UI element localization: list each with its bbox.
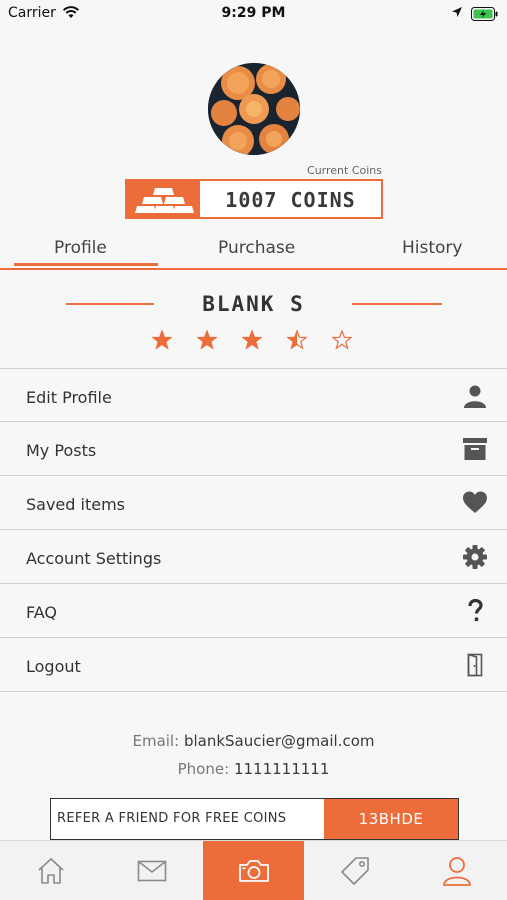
menu-item-label: Logout (26, 657, 81, 676)
avatar-image (208, 63, 300, 155)
person-icon (463, 384, 487, 408)
person-icon (442, 857, 471, 886)
name-divider-left (66, 303, 154, 305)
coins-value: 1007 COINS (225, 188, 356, 212)
gold-bars-icon (127, 181, 200, 217)
menu-item-edit-profile[interactable]: Edit Profile (0, 368, 507, 422)
star-full-icon (152, 330, 172, 350)
avatar[interactable] (208, 63, 300, 155)
menu-item-label: My Posts (26, 441, 97, 460)
phone-label: Phone: (177, 760, 230, 778)
star-full-icon (242, 330, 262, 350)
tab-bar-camera[interactable] (203, 841, 304, 900)
battery-icon (471, 7, 499, 25)
tab-bar-deals[interactable] (304, 841, 405, 900)
referral-code[interactable]: 13BHDE (324, 799, 458, 839)
menu-item-saved-items[interactable]: Saved items (0, 476, 507, 530)
question-icon (463, 598, 487, 623)
rating-stars (152, 330, 358, 356)
mail-icon (137, 860, 166, 882)
referral-banner[interactable]: REFER A FRIEND FOR FREE COINS 13BHDE (50, 798, 459, 840)
profile-menu: Edit Profile My Posts Saved items Accoun… (0, 368, 507, 692)
star-full-icon (197, 330, 217, 350)
email-label: Email: (132, 732, 180, 750)
camera-icon (238, 860, 269, 882)
coins-balance: 1007 COINS (125, 179, 383, 219)
profile-tabs: Profile Purchase History (0, 232, 507, 270)
door-icon (463, 653, 487, 677)
email-value: blankSaucier@gmail.com (183, 732, 375, 750)
menu-item-logout[interactable]: Logout (0, 638, 507, 692)
active-tab-indicator (14, 263, 158, 266)
menu-item-my-posts[interactable]: My Posts (0, 422, 507, 476)
menu-item-label: Edit Profile (26, 388, 112, 407)
clock: 9:29 PM (221, 5, 286, 21)
gear-icon (463, 545, 487, 569)
tab-bar-messages[interactable] (101, 841, 202, 900)
phone-row: Phone: 1111111111 (0, 760, 507, 778)
tab-bar-home[interactable] (0, 841, 101, 900)
email-row: Email: blankSaucier@gmail.com (0, 732, 507, 750)
current-coins-caption: Current Coins (307, 164, 382, 177)
menu-item-account-settings[interactable]: Account Settings (0, 530, 507, 584)
heart-icon (463, 491, 487, 515)
user-name: BLANK S (202, 292, 305, 316)
location-arrow-icon (451, 6, 463, 22)
tab-purchase[interactable]: Purchase (218, 238, 295, 258)
menu-item-label: Saved items (26, 495, 125, 514)
star-half-icon (287, 330, 307, 350)
name-divider-right (352, 303, 442, 305)
menu-item-label: FAQ (26, 603, 57, 622)
home-icon (37, 858, 64, 884)
bottom-tab-bar (0, 840, 507, 900)
menu-item-label: Account Settings (26, 549, 162, 568)
referral-text: REFER A FRIEND FOR FREE COINS (57, 811, 287, 826)
tab-profile[interactable]: Profile (54, 238, 107, 258)
archive-icon (463, 437, 487, 461)
star-empty-icon (332, 330, 352, 350)
menu-item-faq[interactable]: FAQ (0, 584, 507, 638)
status-bar: Carrier 9:29 PM (0, 0, 507, 28)
tab-bar-profile[interactable] (406, 841, 507, 900)
tab-history[interactable]: History (402, 238, 462, 258)
phone-value: 1111111111 (233, 760, 330, 778)
tag-icon (340, 857, 369, 885)
